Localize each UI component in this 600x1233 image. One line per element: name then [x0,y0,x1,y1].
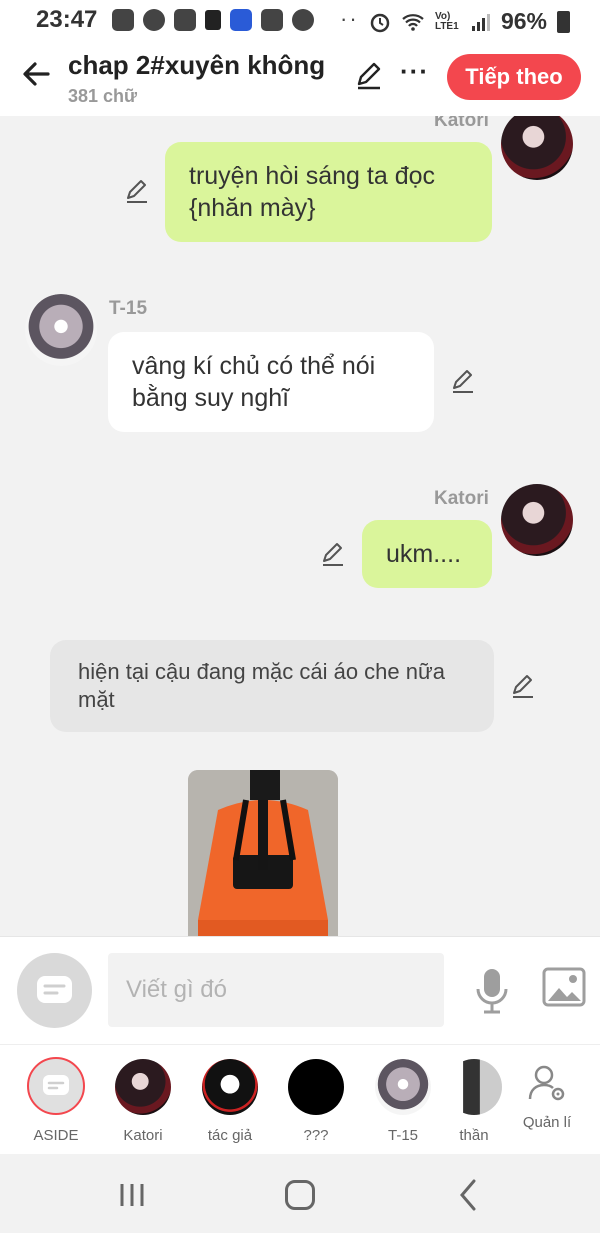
message-line: {nhăn mày} [189,194,316,222]
than-avatar [446,1059,502,1115]
bag-icon [112,9,134,31]
character-t15[interactable]: T-15 [363,1055,443,1144]
microphone-icon[interactable] [474,967,510,1015]
manage-characters-button[interactable]: Quản lí [507,1055,587,1131]
author-avatar [202,1059,258,1115]
character-unknown[interactable]: ??? [276,1055,356,1144]
status-time: 23:47 [36,6,98,33]
sender-name: Katori [434,488,489,509]
edit-message-icon[interactable] [450,368,476,394]
edit-message-icon[interactable] [124,178,150,204]
composer-bar [0,936,600,1044]
system-icons: Vo) LTE1 96% [369,8,570,35]
aside-line: hiện tại cậu đang mặc cái áo che nữa [78,659,445,684]
message-line: ukm.... [386,540,462,568]
shield-app-icon [230,9,252,31]
katori-avatar[interactable] [501,116,573,180]
m-app-icon [292,9,314,31]
sender-name: Katori [434,116,489,131]
message-line: bằng suy nghĩ [132,384,290,412]
character-than[interactable]: thần [434,1055,514,1144]
check-icon [261,9,283,31]
edit-message-icon[interactable] [320,541,346,567]
aside-avatar [27,1057,85,1115]
chat-bubble-icon [43,1075,69,1095]
unknown-avatar [288,1059,344,1115]
notification-icons [112,9,314,31]
character-label: thần [459,1127,489,1144]
character-label: tác giả [207,1127,253,1144]
character-aside[interactable]: ASIDE [16,1055,96,1144]
character-katori[interactable]: Katori [103,1055,183,1144]
home-icon[interactable] [285,1180,315,1210]
network-label: Vo) LTE1 [434,10,459,32]
sender-name: T-15 [109,298,148,319]
character-label: Katori [123,1127,163,1144]
t15-avatar [375,1059,431,1115]
message-line: vâng kí chủ có thể nói [132,352,376,380]
edit-pencil-icon[interactable] [354,60,384,90]
chat-area[interactable]: Katori truyện hòi sáng ta đọc {nhăn mày}… [0,116,600,936]
vn-icon [174,9,196,31]
status-bar: 23:47 ·· Vo) LTE1 96% [0,0,600,42]
katori-avatar [115,1059,171,1115]
message-input[interactable] [108,953,444,1027]
character-label: ASIDE [33,1127,79,1144]
t15-avatar[interactable] [25,294,97,366]
character-selector: ASIDE Katori tác giả ??? T-15 thần Quản … [0,1044,600,1154]
tiktok-icon [205,10,221,30]
more-notifications-icon: ·· [340,6,359,31]
outfit-photo [188,770,338,936]
character-label: ??? [303,1127,329,1144]
message-bubble[interactable]: vâng kí chủ có thể nói bằng suy nghĩ [108,332,434,432]
manage-users-icon [528,1065,565,1101]
system-back-icon[interactable] [458,1178,478,1212]
aside-toggle-button[interactable] [17,953,92,1028]
next-chapter-button[interactable]: Tiếp theo [447,54,581,100]
battery-percent: 96% [500,8,547,34]
character-label: T-15 [387,1127,418,1144]
message-bubble[interactable]: ukm.... [362,520,492,588]
photo-message[interactable] [188,770,338,936]
aside-narration[interactable]: hiện tại cậu đang mặc cái áo che nữa mặt [50,640,494,732]
message-bubble[interactable]: truyện hòi sáng ta đọc {nhăn mày} [165,142,492,242]
chat-bubble-icon [37,976,72,1003]
message-line: truyện hòi sáng ta đọc [189,162,435,190]
signal-icon [471,13,490,31]
back-arrow-icon[interactable] [18,56,54,92]
wifi-icon [402,13,424,31]
chapter-header: chap 2#xuyên không 381 chữ ··· Tiếp theo [0,42,600,116]
battery-icon [557,10,570,33]
word-count: 381 chữ [68,86,138,106]
more-options-icon[interactable]: ··· [400,56,429,87]
aside-line: mặt [78,687,115,712]
katori-avatar[interactable] [501,484,573,556]
alarm-icon [370,13,390,32]
messenger-icon [143,9,165,31]
character-label: Quản lí [522,1114,572,1131]
character-author[interactable]: tác giả [190,1055,270,1144]
chapter-title: chap 2#xuyên không [68,50,326,80]
edit-message-icon[interactable] [510,673,536,699]
system-nav-bar [0,1154,600,1233]
recent-apps-icon[interactable] [118,1182,146,1208]
image-upload-icon[interactable] [542,967,586,1007]
